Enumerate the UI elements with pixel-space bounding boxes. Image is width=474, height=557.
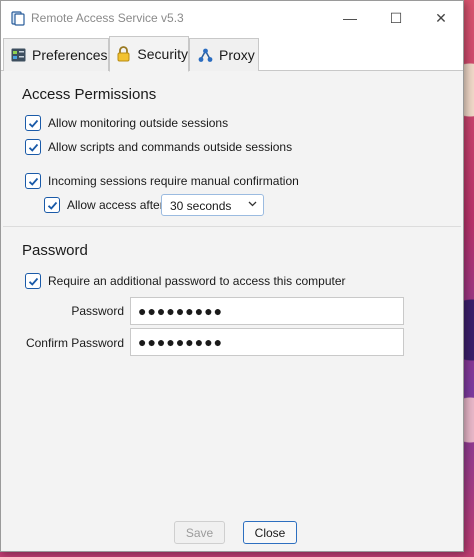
allow-scripts-label: Allow scripts and commands outside sessi… [48,140,293,154]
window-title: Remote Access Service v5.3 [31,11,184,25]
require-password-option[interactable]: Require an additional password to access… [25,273,346,289]
password-heading: Password [22,242,88,259]
access-delay-select[interactable]: 30 seconds [161,194,264,216]
access-delay-value: 30 seconds [170,199,232,213]
chevron-down-icon [248,199,257,210]
tab-proxy-label: Proxy [219,47,255,63]
allow-monitoring-label: Allow monitoring outside sessions [48,116,229,130]
proxy-network-icon [197,47,213,63]
manual-confirmation-checkbox[interactable] [25,173,41,189]
allow-scripts-option[interactable]: Allow scripts and commands outside sessi… [25,139,292,155]
tab-proxy[interactable]: Proxy [189,38,259,71]
title-bar: Remote Access Service v5.3 — ☐ ✕ [1,1,463,35]
tab-security[interactable]: Security [109,36,189,72]
save-button[interactable]: Save [174,521,225,544]
manual-confirmation-option[interactable]: Incoming sessions require manual confirm… [25,173,299,189]
checkmark-icon [28,119,38,128]
require-password-checkbox[interactable] [25,273,41,289]
password-label: Password [71,304,124,318]
allow-access-after-checkbox[interactable] [44,197,60,213]
preferences-icon [10,47,26,63]
allow-access-after-option[interactable]: Allow access after [44,197,164,213]
app-window: Remote Access Service v5.3 — ☐ ✕ Prefere… [0,0,464,552]
close-button[interactable]: Close [243,521,297,544]
tab-bar: Preferences Security Proxy [1,35,463,72]
app-icon [11,11,25,26]
confirm-password-field[interactable]: ●●●●●●●●● [130,328,404,356]
allow-monitoring-option[interactable]: Allow monitoring outside sessions [25,115,228,131]
lock-icon [116,46,131,62]
password-field[interactable]: ●●●●●●●●● [130,297,404,325]
checkmark-icon [28,143,38,152]
tab-preferences-label: Preferences [32,47,108,63]
minimize-button[interactable]: — [327,1,373,35]
manual-confirmation-label: Incoming sessions require manual confirm… [48,174,299,188]
maximize-button[interactable]: ☐ [373,1,419,35]
checkmark-icon [28,177,38,186]
allow-access-after-label: Allow access after [67,198,164,212]
checkmark-icon [28,277,38,286]
tab-preferences[interactable]: Preferences [3,38,109,71]
section-divider [3,226,461,227]
checkmark-icon [47,201,57,210]
require-password-label: Require an additional password to access… [48,274,346,288]
allow-monitoring-checkbox[interactable] [25,115,41,131]
confirm-password-label: Confirm Password [25,336,124,350]
access-permissions-heading: Access Permissions [22,86,157,103]
close-window-button[interactable]: ✕ [418,1,464,35]
tab-security-label: Security [137,46,188,62]
allow-scripts-checkbox[interactable] [25,139,41,155]
